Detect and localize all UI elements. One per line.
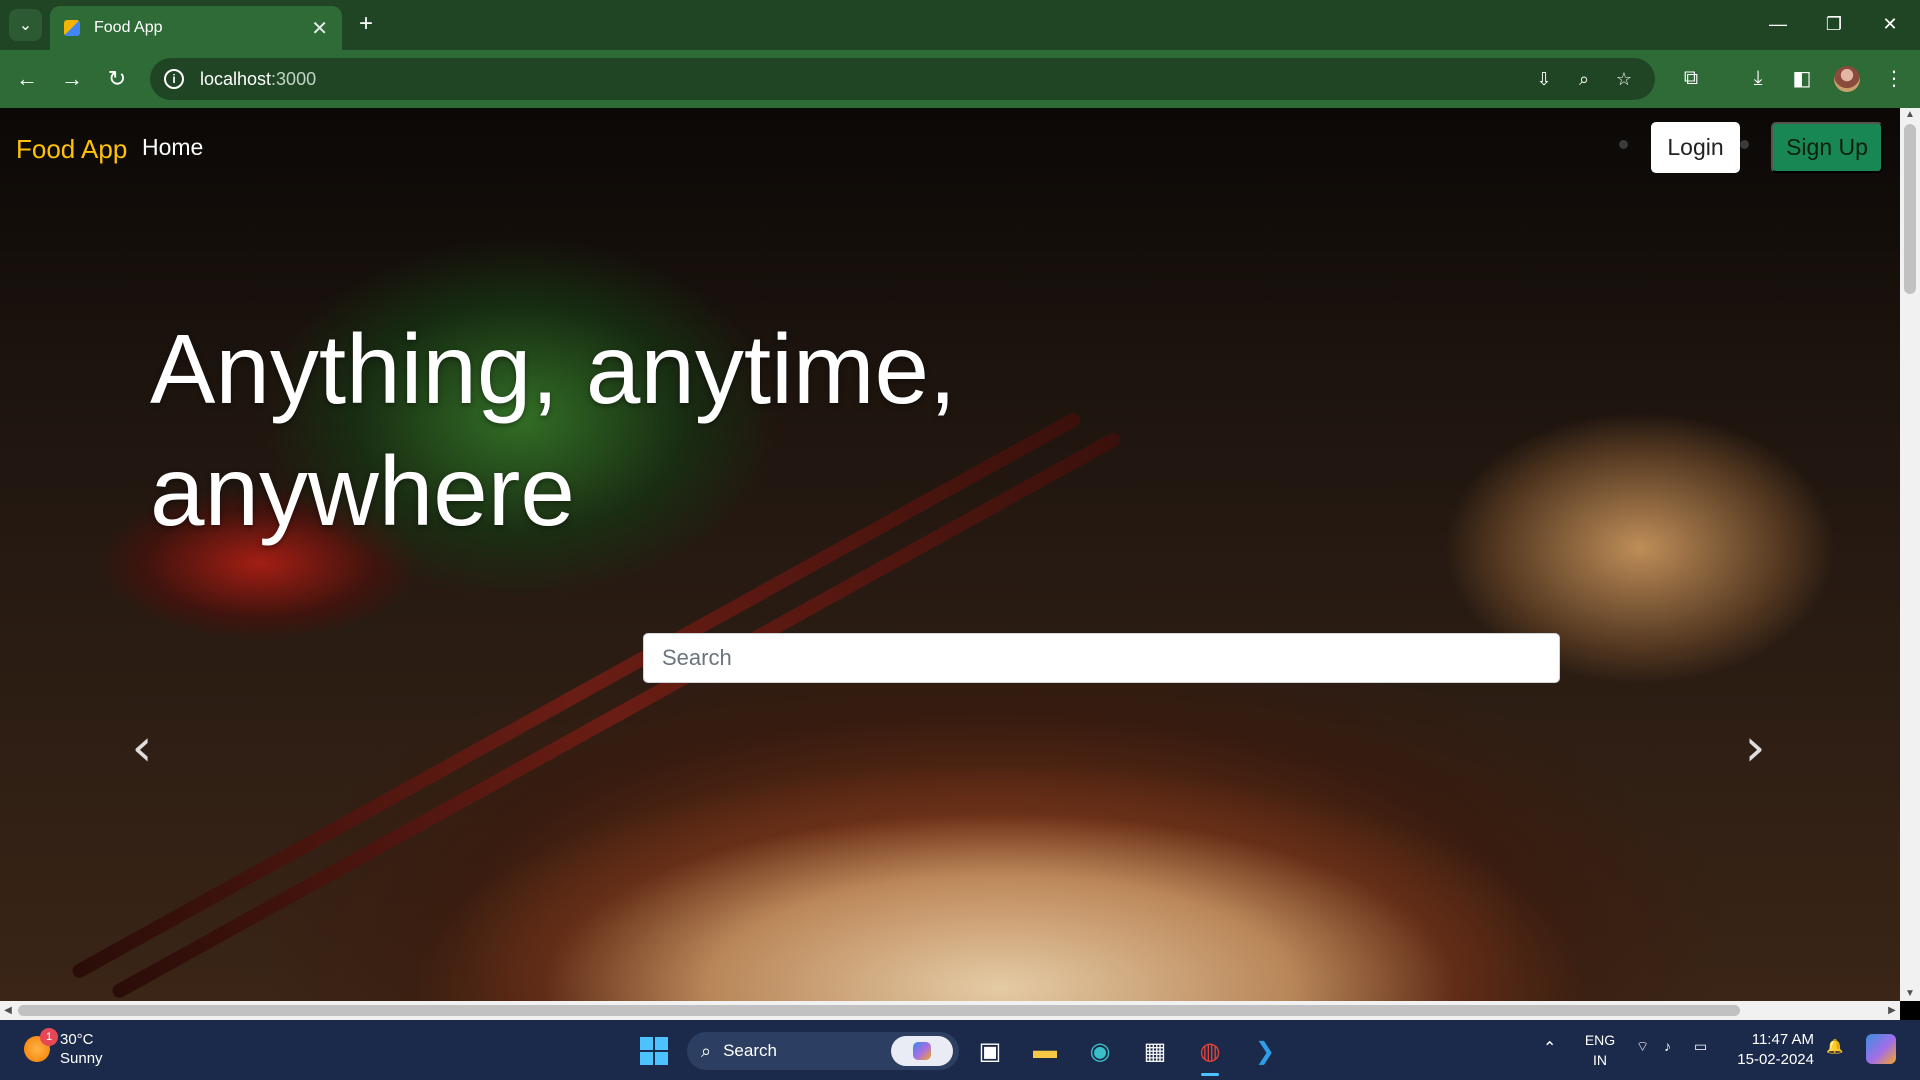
volume-icon[interactable]: ♪: [1664, 1038, 1671, 1054]
back-button[interactable]: ←: [12, 64, 42, 94]
lang-bottom: IN: [1593, 1052, 1607, 1068]
sun-icon: 1: [24, 1028, 58, 1062]
profile-avatar[interactable]: [1834, 66, 1860, 92]
file-explorer-icon[interactable]: ▬: [1028, 1034, 1062, 1068]
site-info-icon[interactable]: i: [164, 69, 184, 89]
browser-tab[interactable]: Food App ✕: [50, 6, 342, 50]
login-button[interactable]: Login: [1651, 122, 1740, 173]
install-app-icon[interactable]: ⇩: [1532, 67, 1556, 91]
edge-browser-icon[interactable]: ◉: [1083, 1034, 1117, 1068]
headline-line-1: Anything, anytime,: [150, 314, 957, 424]
side-panel-icon[interactable]: ◧: [1788, 64, 1816, 92]
vscode-icon[interactable]: ❯: [1248, 1034, 1282, 1068]
bookmark-star-icon[interactable]: ☆: [1612, 67, 1636, 91]
task-view-icon[interactable]: ▣: [973, 1034, 1007, 1068]
weather-temp: 30°C: [60, 1031, 94, 1048]
tab-title: Food App: [94, 19, 163, 36]
minimize-button[interactable]: —: [1750, 0, 1806, 48]
horizontal-scrollbar[interactable]: ◀ ▶: [0, 1001, 1900, 1020]
page-viewport: Food App Home Login Sign Up Anything, an…: [0, 108, 1900, 1001]
browser-tabstrip: ⌄ Food App ✕ + — ❐ ✕: [0, 0, 1920, 50]
clock-time: 11:47 AM: [1751, 1031, 1814, 1048]
zoom-icon[interactable]: ⌕: [1572, 67, 1596, 91]
start-button[interactable]: [640, 1037, 668, 1065]
address-bar[interactable]: i localhost:3000 ⇩ ⌕ ☆: [150, 58, 1655, 100]
downloads-icon[interactable]: ⤓: [1744, 64, 1772, 92]
hero-carousel-image: [0, 108, 1900, 1001]
chevron-down-icon: ⌄: [18, 17, 33, 34]
headline-line-2: anywhere: [150, 436, 575, 546]
url-host: localhost: [200, 68, 272, 89]
scroll-up-icon[interactable]: ▲: [1900, 108, 1920, 122]
horizontal-scroll-thumb[interactable]: [18, 1005, 1740, 1016]
food-search-input[interactable]: [643, 633, 1560, 683]
carousel-indicator[interactable]: [1619, 140, 1628, 149]
wifi-icon[interactable]: ⌔: [1636, 1038, 1649, 1056]
forward-button[interactable]: →: [57, 64, 87, 94]
windows-taskbar: 1 30°C Sunny ⌕ Search ▣ ▬ ◉ ▦ ◍ ❯ ⌃ ENG …: [0, 1020, 1920, 1080]
microsoft-store-icon[interactable]: ▦: [1138, 1034, 1172, 1068]
taskbar-search[interactable]: ⌕ Search: [687, 1032, 959, 1070]
site-navbar: Food App Home Login Sign Up: [0, 108, 1900, 188]
scroll-left-icon[interactable]: ◀: [0, 1001, 16, 1020]
show-hidden-icons[interactable]: ⌃: [1543, 1038, 1556, 1058]
extensions-icon[interactable]: ⧉: [1677, 64, 1705, 92]
tab-search-button[interactable]: ⌄: [9, 9, 42, 41]
reload-button[interactable]: ↻: [102, 64, 132, 94]
close-tab-icon[interactable]: ✕: [311, 16, 328, 41]
vertical-scroll-thumb[interactable]: [1904, 124, 1916, 294]
carousel-indicator[interactable]: [1740, 140, 1749, 149]
chrome-icon[interactable]: ◍: [1193, 1034, 1227, 1076]
windows-logo-icon: [640, 1037, 653, 1050]
system-clock[interactable]: 11:47 AM 15-02-2024: [1728, 1030, 1814, 1070]
url-port: :3000: [271, 68, 317, 89]
close-window-button[interactable]: ✕: [1862, 0, 1918, 48]
copilot-preview-icon[interactable]: [1866, 1034, 1896, 1064]
signup-button[interactable]: Sign Up: [1771, 122, 1883, 173]
browser-toolbar: ← → ↻ i localhost:3000 ⇩ ⌕ ☆: [0, 50, 1920, 108]
nav-home-link[interactable]: Home: [142, 134, 203, 161]
restore-button[interactable]: ❐: [1806, 0, 1862, 48]
carousel-next-icon[interactable]: ›: [1735, 718, 1775, 778]
notification-badge: 1: [40, 1028, 58, 1046]
vertical-scrollbar[interactable]: ▲ ▼: [1900, 108, 1920, 1001]
scroll-right-icon[interactable]: ▶: [1884, 1001, 1900, 1020]
battery-icon[interactable]: ▭: [1694, 1038, 1707, 1055]
copilot-icon[interactable]: [891, 1036, 953, 1066]
taskbar-search-label: Search: [723, 1041, 777, 1060]
weather-widget[interactable]: 1 30°C Sunny: [24, 1028, 103, 1068]
clock-date: 15-02-2024: [1737, 1051, 1814, 1068]
notification-bell-icon[interactable]: 🔔: [1826, 1038, 1843, 1055]
new-tab-button[interactable]: +: [352, 10, 380, 38]
hero-headline: Anything, anytime, anywhere: [150, 308, 1050, 552]
menu-kebab-icon[interactable]: ⋮: [1880, 64, 1908, 92]
login-label: Login: [1667, 134, 1724, 160]
carousel-prev-icon[interactable]: ‹: [122, 718, 162, 778]
search-icon: ⌕: [701, 1040, 712, 1061]
favicon-icon: [64, 20, 80, 36]
lang-top: ENG: [1584, 1032, 1616, 1048]
brand-link[interactable]: Food App: [16, 134, 127, 165]
language-indicator[interactable]: ENG IN: [1580, 1030, 1620, 1070]
weather-desc: Sunny: [60, 1050, 103, 1067]
scroll-down-icon[interactable]: ▼: [1900, 987, 1920, 1001]
